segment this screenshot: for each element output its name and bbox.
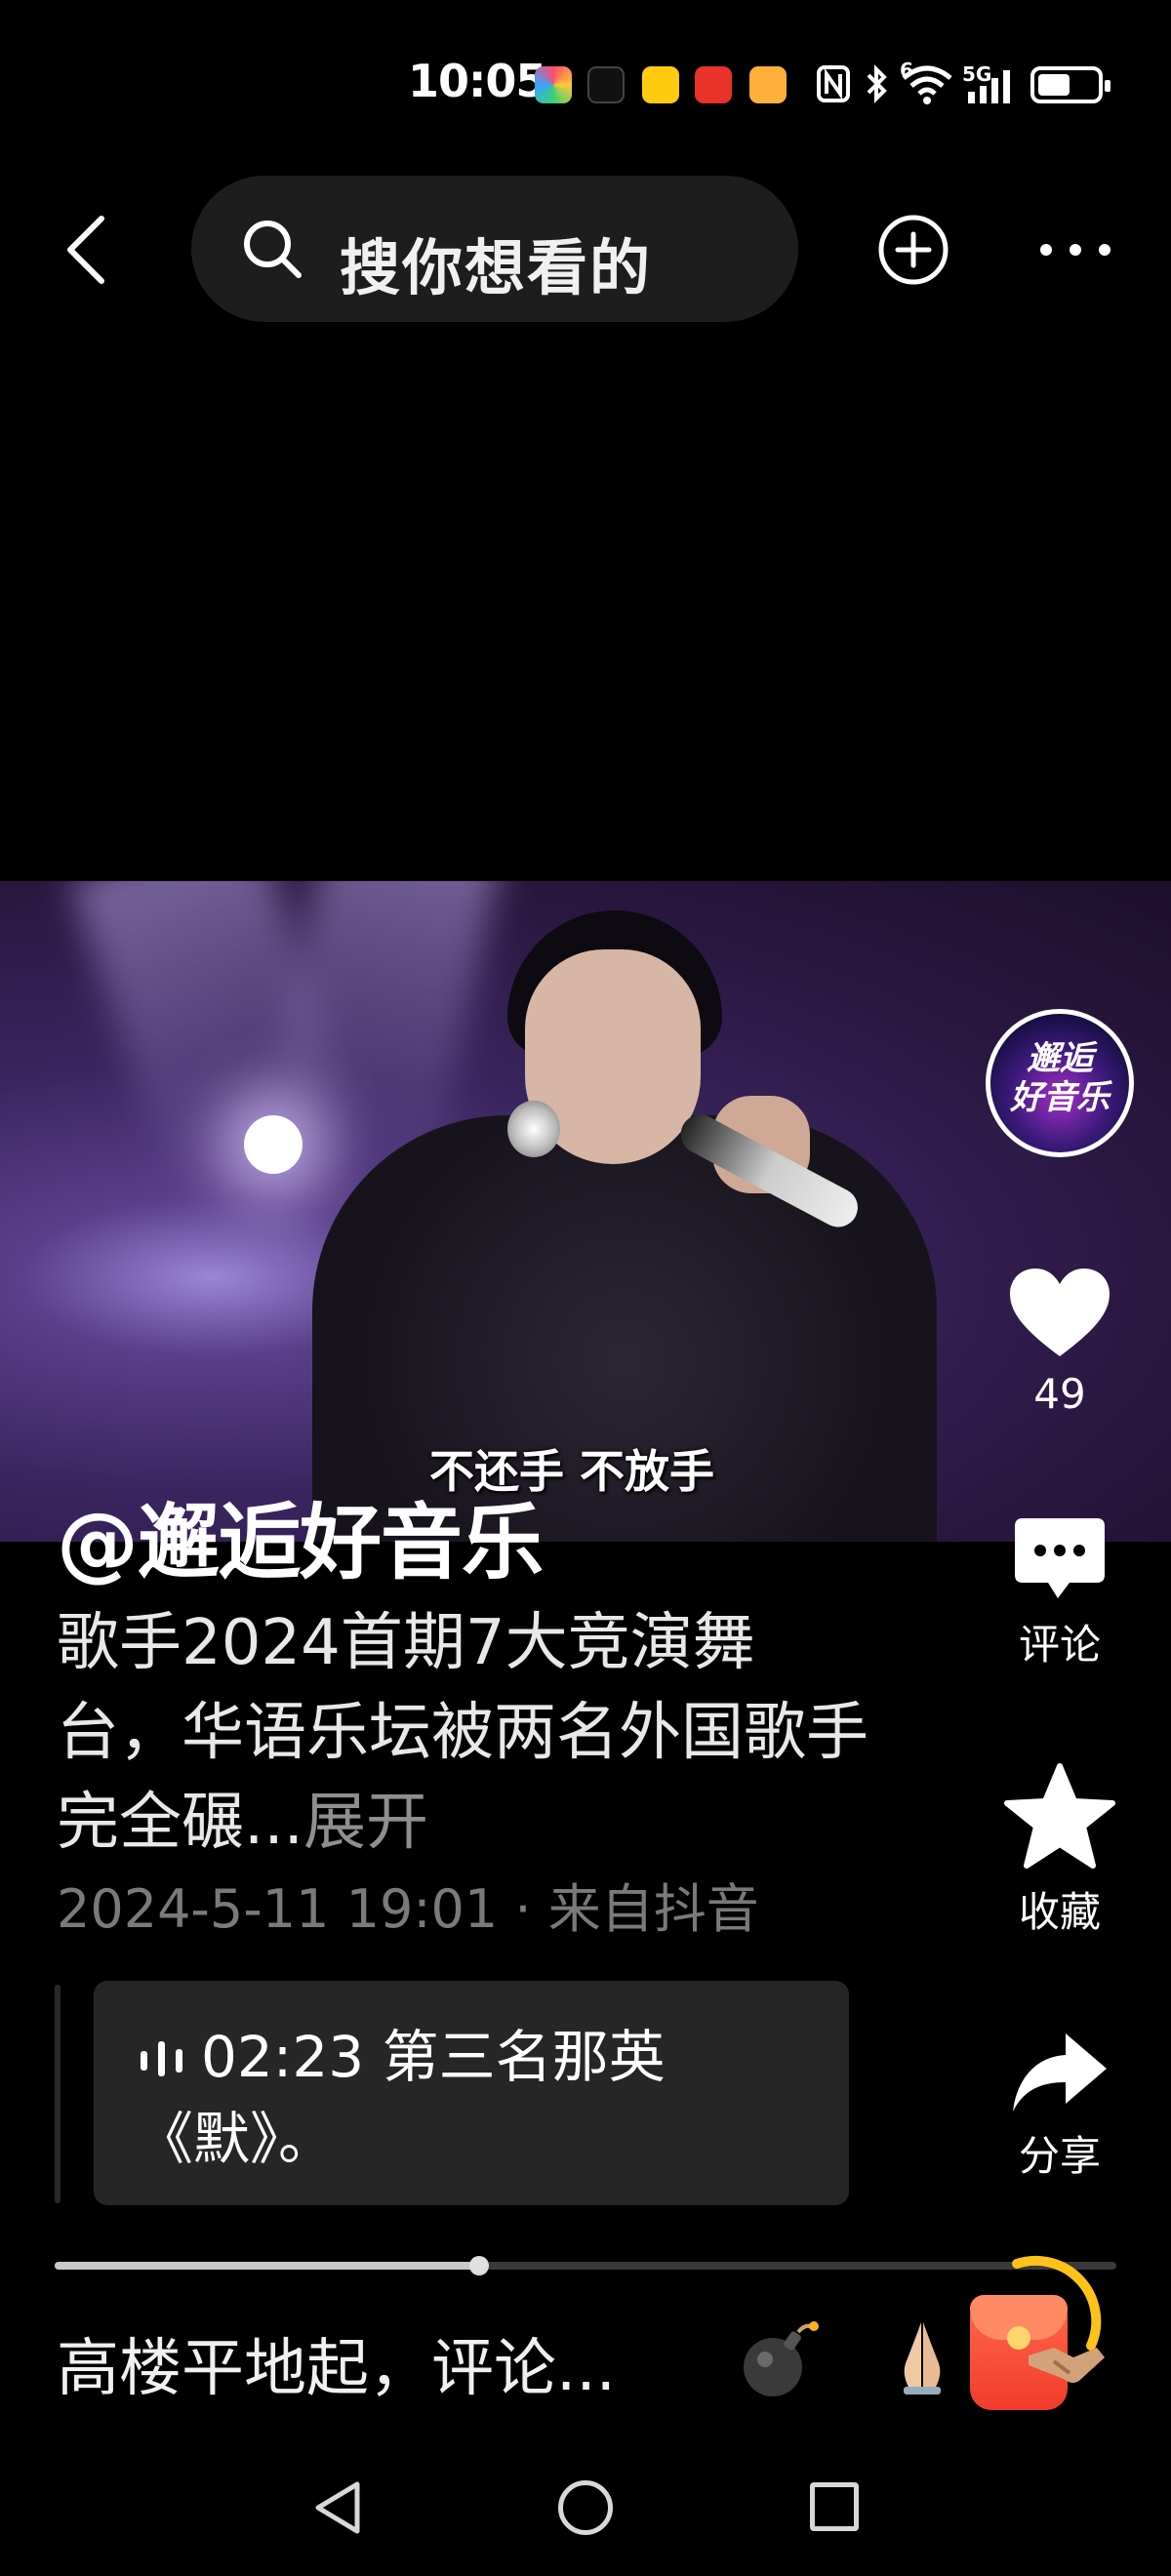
expand-link[interactable]: 展开 xyxy=(303,1787,428,1859)
app-a-icon xyxy=(535,66,572,103)
signal-icon xyxy=(968,70,1010,103)
status-time: 10:05 xyxy=(408,55,546,107)
favorite-button[interactable]: 收藏 xyxy=(976,1762,1144,1939)
star-icon xyxy=(1004,1763,1115,1869)
stage-spotlight xyxy=(244,1115,303,1174)
author-avatar[interactable]: 邂逅 好音乐 xyxy=(986,1009,1134,1157)
wifi-badge: 6 xyxy=(900,59,913,82)
heart-icon xyxy=(1010,1268,1110,1356)
progress-knob[interactable] xyxy=(469,2256,490,2275)
author-name[interactable]: @邂逅好音乐 xyxy=(57,1477,544,1595)
search-placeholder: 搜你想看的 xyxy=(340,232,653,303)
battery-icon xyxy=(1030,66,1110,103)
chapter-text: 02:23 第三名那英《默》。 xyxy=(137,2024,666,2172)
more-button[interactable] xyxy=(1036,232,1114,267)
meituan-icon xyxy=(642,66,679,103)
like-button[interactable]: 49 xyxy=(976,1265,1144,1418)
chapter-card[interactable]: 02:23 第三名那英《默》。 xyxy=(94,1981,849,2205)
search-input[interactable]: 搜你想看的 xyxy=(191,176,798,322)
share-button[interactable]: 分享 xyxy=(976,2030,1144,2183)
comment-icon xyxy=(1015,1518,1105,1598)
tiktok-icon xyxy=(587,66,625,103)
bluetooth-icon xyxy=(867,64,887,103)
system-home-button[interactable] xyxy=(558,2480,613,2535)
battery-level xyxy=(1038,74,1070,96)
share-label: 分享 xyxy=(1018,2132,1101,2180)
chapter-indicator xyxy=(55,1985,61,2203)
like-count: 49 xyxy=(1033,1370,1086,1418)
description-text: 歌手2024首期7大竞演舞台，华语乐坛被两名外国歌手完全碾... xyxy=(57,1607,868,1859)
add-button[interactable] xyxy=(876,213,950,287)
share-arrow-icon xyxy=(1013,2033,1107,2112)
pray-icon[interactable] xyxy=(880,2314,964,2398)
app-panda-icon xyxy=(749,66,787,103)
post-meta: 2024-5-11 19:01 · 来自抖音 xyxy=(57,1878,759,1940)
avatar-logo-text: 邂逅 好音乐 xyxy=(1010,1039,1110,1117)
back-button[interactable] xyxy=(59,213,117,287)
earring xyxy=(507,1101,560,1157)
nfc-icon xyxy=(817,65,850,102)
comment-input[interactable]: 高楼平地起，评论... xyxy=(57,2318,616,2408)
favorite-label: 收藏 xyxy=(1018,1888,1101,1936)
comment-button[interactable]: 评论 xyxy=(976,1514,1144,1671)
progress-fill xyxy=(55,2262,480,2270)
status-bar: 10:05 6 5G xyxy=(0,0,1171,166)
system-back-button[interactable] xyxy=(310,2478,365,2537)
comment-label: 评论 xyxy=(1018,1621,1101,1669)
video-description: 歌手2024首期7大竞演舞台，华语乐坛被两名外国歌手完全碾...展开 xyxy=(57,1598,876,1868)
system-recents-button[interactable] xyxy=(810,2482,859,2531)
progress-bar[interactable] xyxy=(55,2256,1116,2275)
app-red-icon xyxy=(695,66,732,103)
search-icon xyxy=(244,221,302,278)
handshake-icon[interactable] xyxy=(1025,2318,1109,2402)
bomb-icon[interactable] xyxy=(736,2318,820,2402)
